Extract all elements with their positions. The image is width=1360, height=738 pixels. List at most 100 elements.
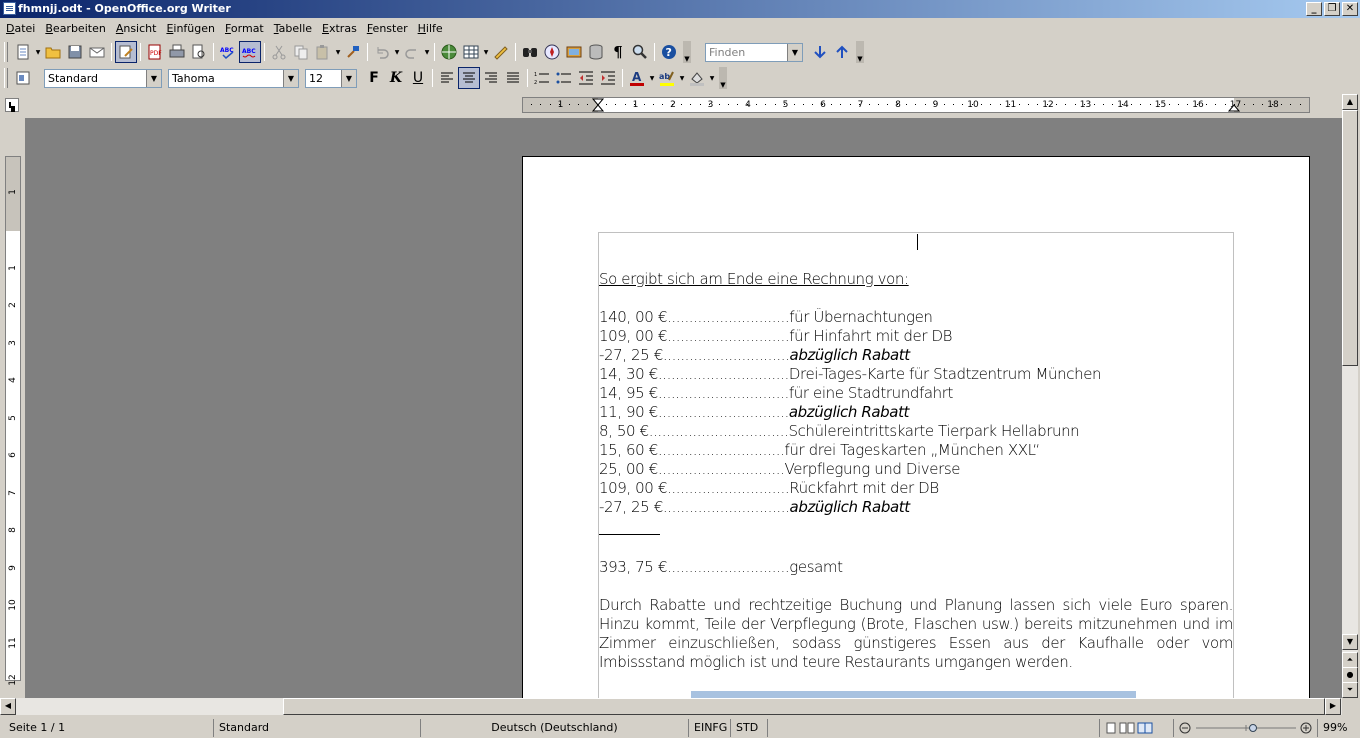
print-preview-icon[interactable] [188,41,210,63]
bold-icon[interactable]: F [363,67,385,89]
highlighting-dropdown-arrow[interactable]: ▼ [678,67,686,89]
paste-dropdown-arrow[interactable]: ▼ [334,41,342,63]
menu-einfuegen[interactable]: Einfügen [162,19,221,39]
formatting-toolbar-chevron[interactable]: ▼ [719,67,727,89]
book-view-icon[interactable] [1137,722,1153,734]
save-icon[interactable] [64,41,86,63]
background-color-icon[interactable] [686,67,708,89]
auto-spellcheck-icon[interactable]: ABC [239,41,261,63]
find-next-icon[interactable] [809,41,831,63]
justify-icon[interactable] [502,67,524,89]
find-toolbar-chevron[interactable]: ▼ [856,41,864,63]
right-indent-marker-icon[interactable] [1228,98,1240,112]
edit-mode-icon[interactable] [115,41,137,63]
horizontal-scrollbar[interactable]: ◀ ▶ [0,698,1342,715]
font-color-icon[interactable]: A [626,67,648,89]
new-document-button[interactable] [12,41,34,63]
formatting-marks-icon[interactable]: ¶ [607,41,629,63]
vertical-ruler[interactable]: 1 1 2 3 4 5 6 7 8 9 10 11 12 [5,156,21,686]
align-right-icon[interactable] [480,67,502,89]
menu-tabelle[interactable]: Tabelle [270,19,318,39]
zoom-slider[interactable] [1173,719,1317,737]
zoom-icon[interactable] [629,41,651,63]
tab-stop-selector[interactable] [5,98,19,112]
menu-datei[interactable]: Datei [2,19,41,39]
new-dropdown-arrow[interactable]: ▼ [34,41,42,63]
table-dropdown-arrow[interactable]: ▼ [482,41,490,63]
font-size-combobox[interactable]: 12 ▼ [305,68,357,88]
toolbar-overflow-chevron[interactable]: ▼ [683,41,691,63]
align-center-icon[interactable] [458,67,480,89]
vertical-scroll-thumb[interactable] [1342,110,1358,366]
zoom-slider-track[interactable] [1194,722,1297,734]
next-page-button[interactable]: ⏷ [1342,682,1358,698]
image-frame[interactable] [691,691,1136,698]
single-page-view-icon[interactable] [1105,722,1117,734]
page-style-indicator[interactable]: Standard [213,719,420,737]
font-color-dropdown-arrow[interactable]: ▼ [648,67,656,89]
paragraph-style-dropdown-arrow[interactable]: ▼ [146,69,161,87]
underline-icon[interactable]: U [407,67,429,89]
scroll-up-button[interactable]: ▲ [1342,94,1358,110]
decrease-indent-icon[interactable] [575,67,597,89]
redo-dropdown-arrow[interactable]: ▼ [423,41,431,63]
navigator-icon[interactable] [541,41,563,63]
minimize-button[interactable]: _ [1306,2,1322,16]
export-pdf-icon[interactable]: PDF [144,41,166,63]
font-name-dropdown-arrow[interactable]: ▼ [283,69,298,87]
document-page[interactable]: So ergibt sich am Ende eine Rechnung von… [522,156,1310,698]
table-icon[interactable] [460,41,482,63]
help-icon[interactable]: ? [658,41,680,63]
previous-page-button[interactable]: ⏶ [1342,652,1358,668]
clone-formatting-icon[interactable] [342,41,364,63]
paragraph-style-combobox[interactable]: Standard ▼ [44,68,162,88]
data-sources-icon[interactable] [585,41,607,63]
menu-ansicht[interactable]: Ansicht [112,19,163,39]
background-color-dropdown-arrow[interactable]: ▼ [708,67,716,89]
bullets-icon[interactable] [553,67,575,89]
spellcheck-icon[interactable]: ABC [217,41,239,63]
close-button[interactable]: ✕ [1342,2,1358,16]
gallery-icon[interactable] [563,41,585,63]
font-size-dropdown-arrow[interactable]: ▼ [341,69,356,87]
left-indent-marker-icon[interactable] [592,98,604,112]
horizontal-scroll-thumb[interactable] [283,698,1325,715]
increase-indent-icon[interactable] [597,67,619,89]
find-combobox[interactable]: Finden ▼ [705,42,803,62]
italic-icon[interactable]: K [385,67,407,89]
language-indicator[interactable]: Deutsch (Deutschland) [420,719,688,737]
toolbar-grip[interactable] [4,42,8,62]
undo-icon[interactable] [371,41,393,63]
vertical-scrollbar[interactable]: ▲ ▼ ⏶ ● ⏷ [1342,94,1358,698]
find-replace-icon[interactable] [519,41,541,63]
print-icon[interactable] [166,41,188,63]
open-folder-icon[interactable] [42,41,64,63]
numbering-icon[interactable]: 12 [531,67,553,89]
insert-mode-indicator[interactable]: EINFG [688,719,730,737]
cut-icon[interactable] [268,41,290,63]
highlighting-icon[interactable]: ab [656,67,678,89]
toolbar-grip[interactable] [4,68,8,88]
paste-icon[interactable] [312,41,334,63]
align-left-icon[interactable] [436,67,458,89]
scroll-down-button[interactable]: ▼ [1342,634,1358,650]
email-icon[interactable] [86,41,108,63]
menu-bearbeiten[interactable]: Bearbeiten [41,19,111,39]
menu-hilfe[interactable]: Hilfe [414,19,449,39]
maximize-button[interactable]: ❐ [1324,2,1340,16]
menu-format[interactable]: Format [221,19,270,39]
page-indicator[interactable]: Seite 1 / 1 [0,719,213,737]
zoom-in-icon[interactable] [1300,722,1312,734]
redo-icon[interactable] [401,41,423,63]
menu-extras[interactable]: Extras [318,19,363,39]
hyperlink-icon[interactable] [438,41,460,63]
scroll-right-button[interactable]: ▶ [1325,698,1341,715]
styles-formatting-icon[interactable] [12,67,34,89]
draw-functions-icon[interactable] [490,41,512,63]
font-name-combobox[interactable]: Tahoma ▼ [168,68,299,88]
selection-mode-indicator[interactable]: STD [730,719,767,737]
navigation-button[interactable]: ● [1342,667,1358,683]
undo-dropdown-arrow[interactable]: ▼ [393,41,401,63]
text-boundaries[interactable]: So ergibt sich am Ende eine Rechnung von… [598,232,1234,698]
find-dropdown-arrow[interactable]: ▼ [787,43,802,61]
